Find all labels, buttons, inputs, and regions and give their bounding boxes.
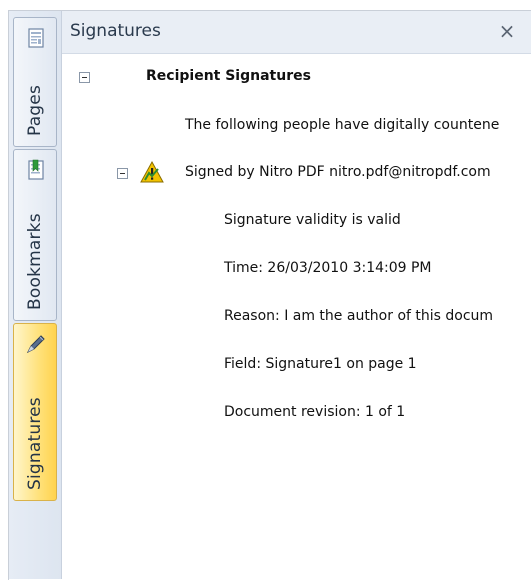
tab-pages-label: Pages [25, 84, 45, 136]
bookmark-icon [25, 159, 47, 181]
tree-group-recipient-signatures[interactable]: Recipient Signatures [146, 68, 311, 84]
warning-icon [140, 160, 164, 184]
page-icon [25, 27, 47, 49]
document-revision: Document revision: 1 of 1 [224, 404, 406, 420]
collapse-toggle-signer[interactable] [117, 168, 128, 179]
signature-tree: Recipient Signatures The following peopl… [62, 54, 531, 579]
side-tab-strip: Pages Bookmarks Signatures [9, 11, 62, 579]
tab-bookmarks[interactable]: Bookmarks [13, 149, 57, 321]
signature-reason: Reason: I am the author of this docum [224, 308, 494, 324]
pen-icon [25, 333, 47, 355]
collapse-toggle-recipients[interactable] [79, 72, 90, 83]
signer-entry[interactable]: Signed by Nitro PDF nitro.pdf@nitropdf.c… [185, 164, 491, 180]
close-button[interactable]: × [497, 20, 517, 42]
tab-signatures[interactable]: Signatures [13, 323, 57, 501]
tab-pages[interactable]: Pages [13, 17, 57, 147]
panel-header: Signatures × [62, 11, 531, 54]
tab-bookmarks-label: Bookmarks [25, 213, 45, 310]
signature-time: Time: 26/03/2010 3:14:09 PM [224, 260, 432, 276]
panel-title: Signatures [70, 21, 161, 41]
signature-validity: Signature validity is valid [224, 212, 401, 228]
signature-field: Field: Signature1 on page 1 [224, 356, 417, 372]
tab-signatures-label: Signatures [25, 397, 45, 490]
signatures-description: The following people have digitally coun… [185, 117, 500, 133]
